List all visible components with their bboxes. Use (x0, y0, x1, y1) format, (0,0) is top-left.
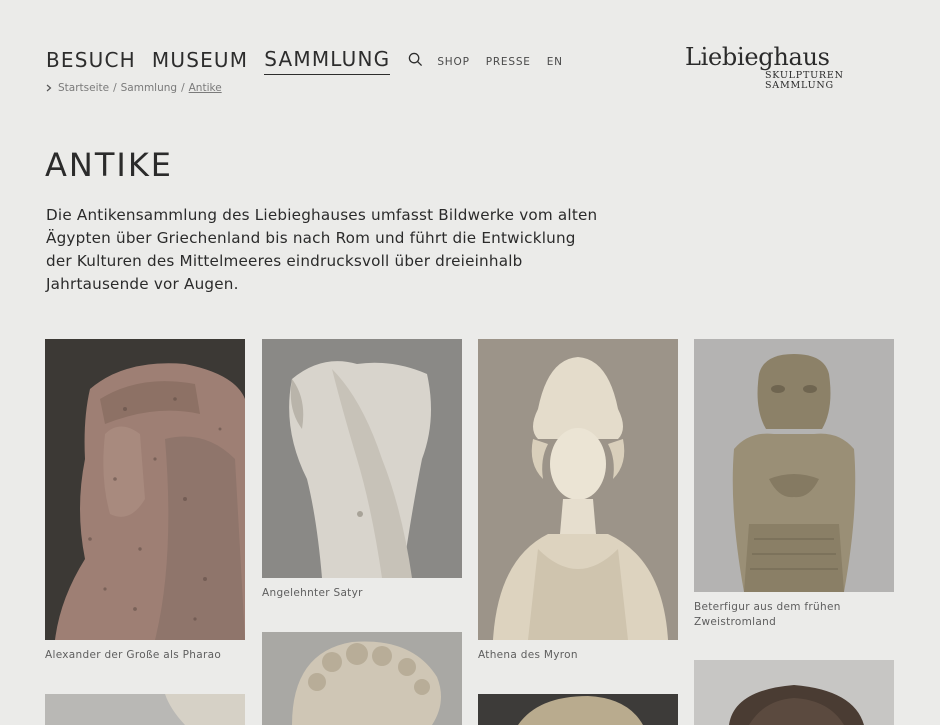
chevron-right-icon (46, 84, 52, 92)
sculpture-image (262, 339, 462, 578)
gallery-card-beterfigur[interactable]: Beterfigur aus dem frühen Zweistromland (694, 339, 894, 630)
breadcrumb-separator: / (181, 82, 185, 94)
logo-name: Liebieghaus (685, 43, 830, 71)
logo-subtitle: SKULPTUREN SAMMLUNG (765, 71, 855, 91)
liebieghaus-logo[interactable]: Liebieghaus SKULPTUREN SAMMLUNG (685, 42, 843, 91)
card-caption: Alexander der Große als Pharao (45, 649, 222, 661)
nav-shop[interactable]: SHOP (437, 44, 469, 76)
sculpture-image (694, 339, 894, 592)
gallery-card-8[interactable] (694, 660, 894, 725)
nav-sammlung[interactable]: SAMMLUNG (264, 45, 391, 75)
sculpture-image (478, 694, 678, 725)
gallery-card-6[interactable] (262, 632, 462, 725)
gallery-card-athena[interactable]: Athena des Myron (478, 339, 678, 663)
breadcrumb: Startseite / Sammlung / Antike (46, 82, 222, 94)
search-icon[interactable] (408, 52, 423, 67)
breadcrumb-sammlung[interactable]: Sammlung (121, 82, 177, 94)
nav-language-en[interactable]: EN (547, 44, 563, 76)
nav-besuch[interactable]: BESUCH (46, 46, 136, 75)
gallery-card-alexander[interactable]: Alexander der Große als Pharao (45, 339, 245, 663)
nav-museum[interactable]: MUSEUM (152, 46, 248, 75)
breadcrumb-startseite[interactable]: Startseite (58, 82, 109, 94)
card-caption: Beterfigur aus dem frühen Zweistromland (694, 601, 841, 628)
card-caption: Angelehnter Satyr (262, 587, 363, 599)
nav-presse[interactable]: PRESSE (486, 44, 531, 76)
main-navigation: BESUCH MUSEUM SAMMLUNG SHOP PRESSE EN (46, 44, 579, 76)
sculpture-image (45, 339, 245, 640)
breadcrumb-separator: / (113, 82, 117, 94)
breadcrumb-antike[interactable]: Antike (189, 82, 222, 94)
logo-subtitle-line2: SAMMLUNG (765, 80, 834, 91)
sculpture-image (45, 694, 245, 725)
page-title: ANTIKE (45, 146, 174, 184)
sculpture-image (262, 632, 462, 725)
intro-text: Die Antikensammlung des Liebieghauses um… (46, 206, 598, 293)
gallery-card-5[interactable] (45, 694, 245, 725)
card-caption: Athena des Myron (478, 649, 578, 661)
sculpture-image (694, 660, 894, 725)
sculpture-image (478, 339, 678, 640)
gallery-card-7[interactable] (478, 694, 678, 725)
gallery-card-satyr[interactable]: Angelehnter Satyr (262, 339, 462, 601)
